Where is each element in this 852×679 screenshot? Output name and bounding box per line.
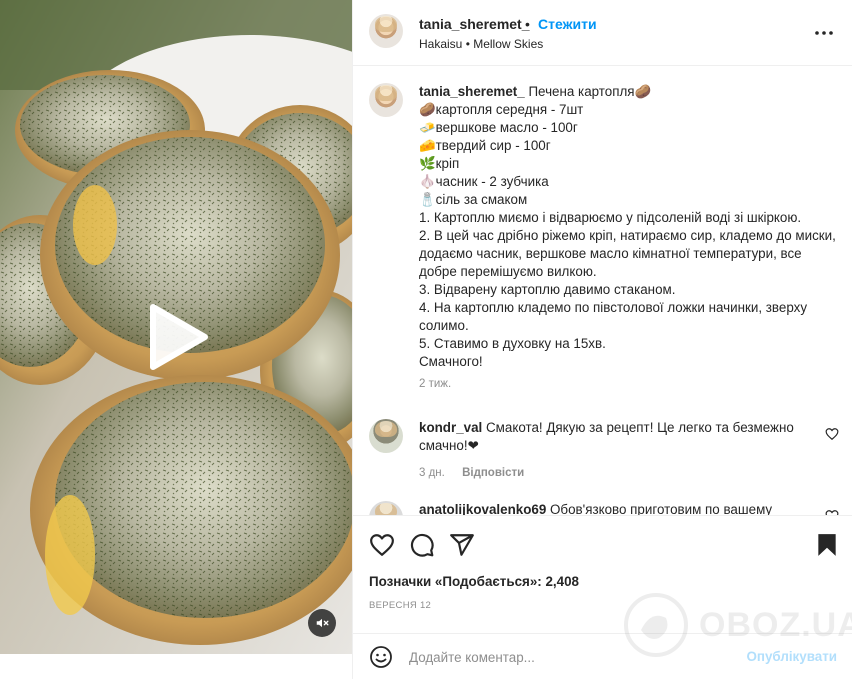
post-caption: tania_sheremet_ Печена картопля🥔 🥔картоп…	[369, 83, 839, 390]
likes-count[interactable]: Позначки «Подобається»: 2,408	[369, 574, 579, 589]
follow-button[interactable]: Стежити	[538, 16, 597, 32]
caption-line: 3. Відварену картоплю давимо стаканом.	[419, 282, 676, 297]
comment-item: anatolijkovalenko69 Обов'язково приготов…	[369, 501, 839, 515]
comment-text: kondr_val Смакота! Дякую за рецепт! Це л…	[419, 419, 809, 455]
heart-icon[interactable]	[369, 532, 395, 558]
post-date: ВЕРЕСНЯ 12	[369, 600, 432, 611]
caption-line: 1. Картоплю миємо і відварюємо у підсоле…	[419, 210, 802, 225]
comment-content: Обов'язково приготовим по вашему	[550, 502, 773, 515]
avatar[interactable]	[369, 14, 403, 48]
caption-line: 🧄часник - 2 зубчика	[419, 174, 549, 189]
avatar[interactable]	[369, 501, 403, 515]
post-video[interactable]	[0, 0, 352, 654]
play-icon[interactable]	[135, 297, 215, 377]
comment-text: anatolijkovalenko69 Обов'язково приготов…	[419, 501, 809, 515]
caption-timestamp: 2 тиж.	[419, 378, 452, 390]
caption-title: Печена картопля🥔	[528, 84, 652, 99]
caption-line: 2. В цей час дрібно ріжемо кріп, натирає…	[419, 228, 836, 279]
more-options-icon[interactable]	[812, 22, 836, 44]
caption-text: tania_sheremet_ Печена картопля🥔 🥔картоп…	[419, 83, 839, 371]
comment-icon[interactable]	[409, 532, 435, 558]
media-footer-space	[0, 654, 352, 679]
audio-attribution[interactable]: Hakaisu • Mellow Skies	[419, 37, 543, 51]
mute-icon[interactable]	[308, 609, 336, 637]
caption-username[interactable]: tania_sheremet_	[419, 84, 525, 99]
comment-username[interactable]: anatolijkovalenko69	[419, 502, 546, 515]
comments-scroll-area[interactable]: tania_sheremet_ Печена картопля🥔 🥔картоп…	[353, 67, 852, 515]
caption-line: 🥔картопля середня - 7шт	[419, 102, 584, 117]
emoji-icon[interactable]	[369, 645, 393, 669]
caption-line: 5. Ставимо в духовку на 15хв.	[419, 336, 606, 351]
comment-composer: Опублікувати	[353, 633, 852, 679]
caption-line: 🧀твердий сир - 100г	[419, 138, 551, 153]
caption-line: 🧂сіль за смаком	[419, 192, 528, 207]
bookmark-icon[interactable]	[814, 532, 840, 558]
post-side-panel: tania_sheremet_ • Стежити Hakaisu • Mell…	[352, 0, 852, 679]
publish-button[interactable]: Опублікувати	[746, 649, 837, 664]
comment-meta: 3 дн. Відповісти	[419, 467, 839, 479]
reply-button[interactable]: Відповісти	[462, 467, 524, 479]
caption-line: 4. На картоплю кладемо по півстолової ло…	[419, 300, 808, 333]
comment-like-icon[interactable]	[825, 427, 839, 441]
caption-line: 🌿кріп	[419, 156, 460, 171]
caption-line: 🧈вершкове масло - 100г	[419, 120, 578, 135]
share-icon[interactable]	[449, 532, 475, 558]
avatar[interactable]	[369, 419, 403, 453]
comment-username[interactable]: kondr_val	[419, 420, 482, 435]
caption-line: Смачного!	[419, 354, 483, 369]
comment-timestamp: 3 дн.	[419, 467, 445, 479]
avatar[interactable]	[369, 83, 403, 117]
comment-input[interactable]	[409, 644, 729, 670]
comment-item: kondr_val Смакота! Дякую за рецепт! Це л…	[369, 419, 839, 479]
post-header: tania_sheremet_ • Стежити Hakaisu • Mell…	[353, 0, 852, 66]
separator-dot: •	[525, 16, 530, 32]
author-username[interactable]: tania_sheremet_	[419, 16, 530, 32]
